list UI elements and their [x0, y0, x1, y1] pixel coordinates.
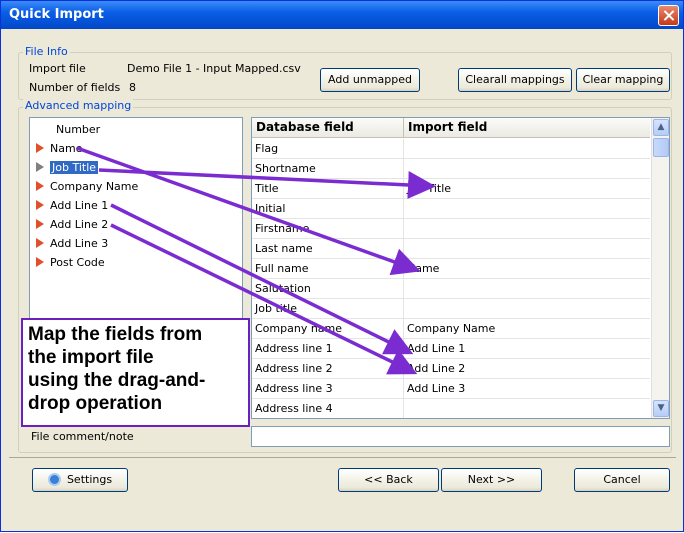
database-field-cell: Title: [252, 179, 404, 199]
database-field-cell: Address line 3: [252, 379, 404, 399]
database-field-cell: Initial: [252, 199, 404, 219]
table-row[interactable]: Full name Name: [252, 259, 650, 279]
database-field-cell: Address line 2: [252, 359, 404, 379]
database-field-cell: Job title: [252, 299, 404, 319]
import-field-cell: Add Line 1: [407, 342, 466, 355]
list-item-post-code[interactable]: Post Code: [36, 254, 105, 272]
scroll-up-icon[interactable]: ▲: [653, 119, 669, 136]
window-title: Quick Import: [9, 7, 104, 22]
table-row[interactable]: Firstname: [252, 219, 650, 239]
import-field-cell: [404, 139, 650, 159]
list-item-label: Add Line 3: [50, 237, 109, 250]
import-field-cell: [404, 199, 650, 219]
database-field-cell: Address line 1: [252, 339, 404, 359]
list-item-label: Post Code: [50, 256, 105, 269]
list-item-number[interactable]: Number: [56, 121, 100, 139]
clear-mapping-button[interactable]: Clear mapping: [576, 68, 670, 92]
list-item-label: Add Line 2: [50, 218, 109, 231]
list-item-label: Company Name: [50, 180, 139, 193]
settings-button[interactable]: Settings: [32, 468, 128, 492]
import-file-value: Demo File 1 - Input Mapped.csv: [127, 62, 301, 75]
database-field-cell: Shortname: [252, 159, 404, 179]
import-field-cell: [404, 239, 650, 259]
table-row[interactable]: Title Job Title: [252, 179, 650, 199]
settings-button-label: Settings: [66, 473, 113, 486]
advanced-mapping-legend: Advanced mapping: [23, 99, 134, 112]
database-field-cell: Full name: [252, 259, 404, 279]
list-item-label: Job Title: [50, 161, 99, 174]
list-item-label: Add Line 1: [50, 199, 109, 212]
import-file-label: Import file: [29, 62, 86, 75]
import-field-cell: Name: [407, 262, 440, 275]
callout-line: drop operation: [28, 393, 163, 414]
column-header-import-field[interactable]: Import field: [404, 118, 650, 138]
triangle-right-icon: [36, 219, 44, 229]
database-field-cell: Address line 4: [252, 399, 404, 418]
database-field-cell: Firstname: [252, 219, 404, 239]
list-item-job-title[interactable]: Job Title: [36, 159, 99, 177]
table-row[interactable]: Company name Company Name: [252, 319, 650, 339]
table-row[interactable]: Flag: [252, 139, 650, 159]
import-field-cell: [404, 279, 650, 299]
triangle-right-icon: [36, 181, 44, 191]
callout-line: Map the fields from: [28, 324, 203, 345]
file-info-legend: File Info: [23, 45, 70, 58]
table-row[interactable]: Address line 3 Add Line 3: [252, 379, 650, 399]
triangle-right-icon: [36, 238, 44, 248]
import-field-cell: Add Line 2: [407, 362, 466, 375]
import-field-cell: Job Title: [407, 182, 452, 195]
file-comment-label: File comment/note: [31, 430, 134, 443]
import-field-cell: Company Name: [407, 322, 496, 335]
table-row[interactable]: Address line 1 Add Line 1: [252, 339, 650, 359]
list-item-add-line-3[interactable]: Add Line 3: [36, 235, 108, 253]
database-field-cell: Last name: [252, 239, 404, 259]
gear-icon: [47, 473, 61, 486]
list-item-label: Number: [56, 123, 101, 136]
list-item-add-line-1[interactable]: Add Line 1: [36, 197, 108, 215]
scroll-thumb[interactable]: [653, 138, 669, 157]
table-row[interactable]: Initial: [252, 199, 650, 219]
import-field-cell: [404, 219, 650, 239]
callout-line: the import file: [28, 347, 154, 368]
clearall-mappings-button[interactable]: Clearall mappings: [458, 68, 572, 92]
table-row[interactable]: Last name: [252, 239, 650, 259]
triangle-right-icon: [36, 257, 44, 267]
title-bar[interactable]: Quick Import: [1, 1, 683, 29]
back-button[interactable]: << Back: [338, 468, 439, 492]
list-item-company-name[interactable]: Company Name: [36, 178, 138, 196]
table-row[interactable]: Job title: [252, 299, 650, 319]
table-row[interactable]: Address line 4: [252, 399, 650, 418]
database-mapping-grid[interactable]: Database field Import field Flag Shortna…: [251, 117, 670, 419]
next-button[interactable]: Next >>: [441, 468, 542, 492]
list-item-name[interactable]: Name: [36, 140, 82, 158]
column-header-database-field[interactable]: Database field: [252, 118, 404, 138]
vertical-scrollbar[interactable]: ▲ ▼: [651, 118, 669, 418]
cancel-button[interactable]: Cancel: [574, 468, 670, 492]
database-field-cell: Salutation: [252, 279, 404, 299]
num-fields-value: 8: [129, 81, 136, 94]
import-field-cell: [404, 159, 650, 179]
add-unmapped-button[interactable]: Add unmapped: [320, 68, 420, 92]
file-comment-input[interactable]: [251, 426, 670, 447]
table-row[interactable]: Address line 2 Add Line 2: [252, 359, 650, 379]
close-icon[interactable]: [658, 5, 679, 26]
import-field-cell: [404, 299, 650, 319]
table-row[interactable]: Shortname: [252, 159, 650, 179]
table-row[interactable]: Salutation: [252, 279, 650, 299]
scroll-down-icon[interactable]: ▼: [653, 400, 669, 417]
callout-line: using the drag-and-: [28, 370, 206, 391]
list-item-add-line-2[interactable]: Add Line 2: [36, 216, 108, 234]
database-field-cell: Company name: [252, 319, 404, 339]
import-field-cell: [404, 399, 650, 418]
database-field-cell: Flag: [252, 139, 404, 159]
quick-import-window: Quick Import File Info Import file Demo …: [0, 0, 684, 532]
instruction-callout: Map the fields from the import file usin…: [21, 318, 250, 427]
triangle-right-icon: [36, 200, 44, 210]
num-fields-label: Number of fields: [29, 81, 121, 94]
import-field-cell: Add Line 3: [407, 382, 466, 395]
triangle-right-icon: [36, 143, 44, 153]
triangle-right-icon: [36, 162, 44, 172]
list-item-label: Name: [50, 142, 83, 155]
